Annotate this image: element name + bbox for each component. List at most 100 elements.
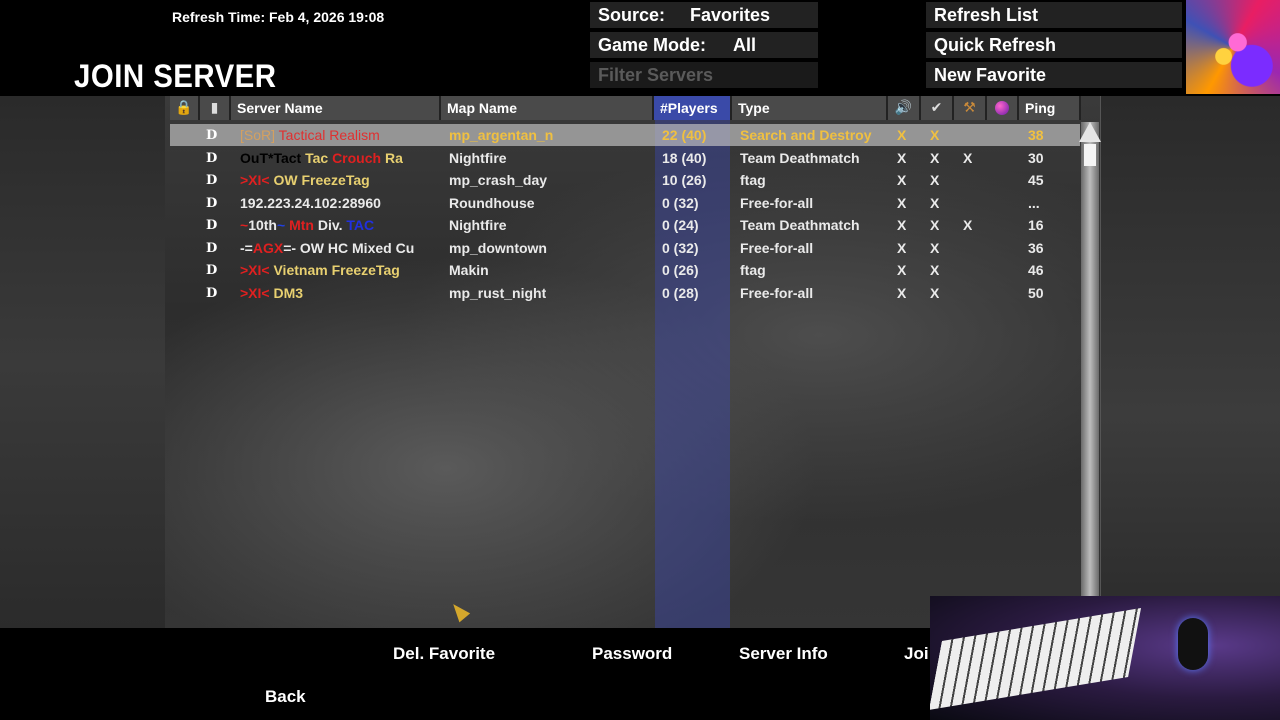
background-left (0, 96, 165, 628)
column-server-name[interactable]: Server Name (231, 96, 441, 120)
join-button[interactable]: Joi (904, 644, 929, 664)
server-name: ~10th~ Mtn Div. TAC (240, 217, 375, 233)
dedicated-marker: D (206, 218, 218, 233)
table-row[interactable]: D ~10th~ Mtn Div. TAC Nightfire 0 (24) T… (170, 214, 1080, 236)
player-count: 0 (24) (662, 217, 699, 233)
player-count: 22 (40) (662, 127, 707, 143)
refresh-list-button[interactable]: Refresh List (926, 2, 1182, 28)
del-favorite-button[interactable]: Del. Favorite (393, 644, 495, 664)
player-count: 18 (40) (662, 150, 707, 166)
flag-1: X (897, 285, 907, 301)
server-name: -=AGX=- OW HC Mixed Cu (240, 240, 415, 256)
source-value: Favorites (690, 5, 771, 25)
flag-2: X (930, 240, 940, 256)
ping-value: 16 (1028, 217, 1044, 233)
page-title: JOIN SERVER (74, 58, 277, 94)
map-name: mp_downtown (449, 240, 547, 256)
ping-value: 46 (1028, 262, 1044, 278)
background-right (1100, 96, 1280, 628)
table-row[interactable]: D [SoR] Tactical Realism mp_argentan_n 2… (170, 124, 1080, 146)
player-count: 0 (26) (662, 262, 699, 278)
flag-3: X (963, 150, 973, 166)
scroll-up-arrow-icon[interactable] (1079, 122, 1101, 142)
lock-icon[interactable]: 🔒 (170, 96, 200, 120)
game-type: ftag (740, 172, 766, 188)
game-mode-value: All (733, 35, 757, 55)
game-type: Search and Destroy (740, 127, 872, 143)
flag-2: X (930, 150, 940, 166)
game-type: Free-for-all (740, 240, 814, 256)
ping-value: ... (1028, 195, 1040, 211)
table-row[interactable]: D 192.223.24.102:28960 Roundhouse 0 (32)… (170, 192, 1080, 214)
server-name: 192.223.24.102:28960 (240, 195, 381, 211)
flag-2: X (930, 172, 940, 188)
ping-value: 38 (1028, 127, 1044, 143)
game-mode-label: Game Mode: (598, 35, 707, 55)
game-mode-selector[interactable]: Game Mode: All (590, 32, 818, 58)
password-button[interactable]: Password (592, 644, 672, 664)
server-name: >XI< OW FreezeTag (240, 172, 370, 188)
game-type: ftag (740, 262, 766, 278)
server-name: [SoR] Tactical Realism (240, 127, 380, 143)
player-count: 10 (26) (662, 172, 707, 188)
flag-2: X (930, 127, 940, 143)
column-players[interactable]: #Players (654, 96, 732, 120)
column-ping[interactable]: Ping (1019, 96, 1081, 120)
table-row[interactable]: D >XI< OW FreezeTag mp_crash_day 10 (26)… (170, 169, 1080, 191)
dedicated-marker: D (206, 151, 218, 166)
flag-1: X (897, 127, 907, 143)
back-button[interactable]: Back (265, 687, 306, 707)
keyboard-image (930, 608, 1142, 710)
refresh-time: Refresh Time: Feb 4, 2026 19:08 (172, 9, 385, 25)
table-row[interactable]: D OuT*Tact Tac Crouch Ra Nightfire 18 (4… (170, 147, 1080, 169)
map-name: mp_crash_day (449, 172, 548, 188)
flag-1: X (897, 217, 907, 233)
globe-icon[interactable] (987, 96, 1019, 120)
table-row[interactable]: D >XI< DM3 mp_rust_night 0 (28) Free-for… (170, 282, 1080, 304)
server-name: >XI< DM3 (240, 285, 304, 301)
map-name: mp_argentan_n (449, 127, 554, 143)
source-selector[interactable]: Source: Favorites (590, 2, 818, 28)
flag-1: X (897, 240, 907, 256)
flag-2: X (930, 217, 940, 233)
webcam-overlay (930, 596, 1280, 720)
table-row[interactable]: D >XI< Vietnam FreezeTag Makin 0 (26) ft… (170, 259, 1080, 281)
ping-value: 45 (1028, 172, 1044, 188)
new-favorite-button[interactable]: New Favorite (926, 62, 1182, 88)
table-row[interactable]: D -=AGX=- OW HC Mixed Cu mp_downtown 0 (… (170, 237, 1080, 259)
server-name: >XI< Vietnam FreezeTag (240, 262, 400, 278)
dedicated-marker: D (206, 128, 218, 143)
game-type: Team Deathmatch (740, 217, 860, 233)
speaker-icon[interactable]: 🔊 (888, 96, 921, 120)
flag-2: X (930, 195, 940, 211)
filter-servers-button[interactable]: Filter Servers (590, 62, 818, 88)
column-type[interactable]: Type (732, 96, 888, 120)
streamer-avatar (1186, 0, 1280, 94)
player-count: 0 (32) (662, 195, 699, 211)
source-label: Source: (598, 5, 666, 25)
server-name: OuT*Tact Tac Crouch Ra (240, 150, 403, 166)
map-name: mp_rust_night (449, 285, 547, 301)
checkmark-icon[interactable]: ✔ (921, 96, 954, 120)
column-map-name[interactable]: Map Name (441, 96, 654, 120)
ping-value: 50 (1028, 285, 1044, 301)
mouse-image (1178, 618, 1208, 670)
flag-1: X (897, 262, 907, 278)
flag-2: X (930, 285, 940, 301)
dedicated-marker: D (206, 241, 218, 256)
flag-3: X (963, 217, 973, 233)
dedicated-marker: D (206, 173, 218, 188)
server-info-button[interactable]: Server Info (739, 644, 828, 664)
shield-icon[interactable]: ▮ (200, 96, 231, 120)
dedicated-marker: D (206, 286, 218, 301)
quick-refresh-button[interactable]: Quick Refresh (926, 32, 1182, 58)
game-type: Team Deathmatch (740, 150, 860, 166)
scroll-thumb[interactable] (1084, 144, 1096, 166)
map-name: Roundhouse (449, 195, 535, 211)
scrollbar[interactable] (1081, 122, 1099, 598)
dedicated-marker: D (206, 263, 218, 278)
hammer-icon[interactable]: ⚒ (954, 96, 987, 120)
game-type: Free-for-all (740, 195, 814, 211)
ping-value: 36 (1028, 240, 1044, 256)
map-name: Nightfire (449, 150, 507, 166)
